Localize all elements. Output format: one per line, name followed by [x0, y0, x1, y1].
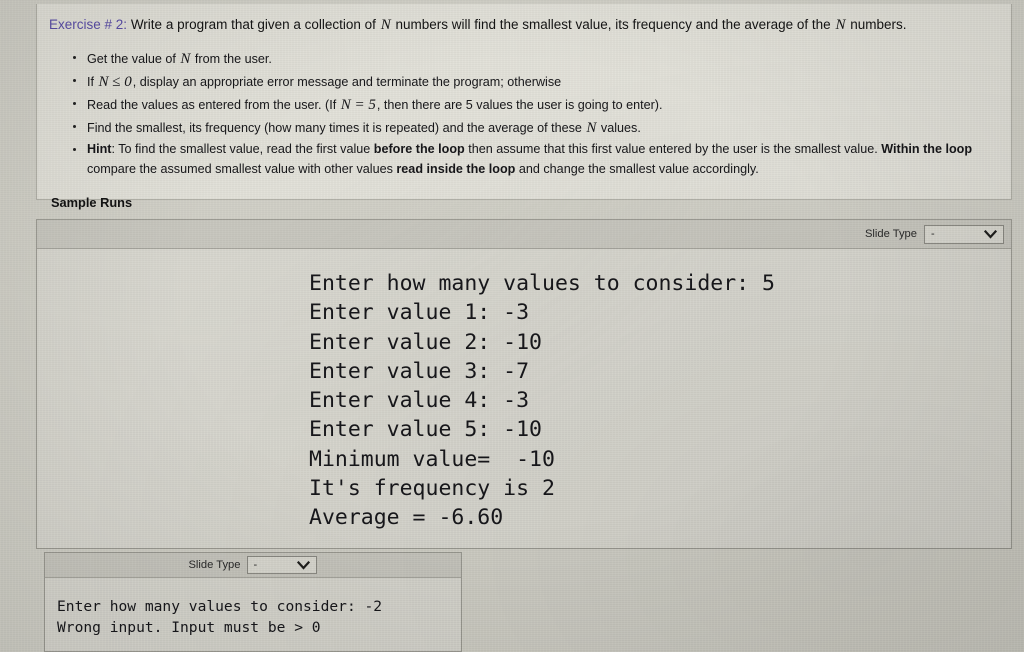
sample-runs-heading: Sample Runs — [51, 194, 133, 210]
bullet-read-values: Read the values as entered from the user… — [73, 94, 997, 117]
exercise-title: Exercise # 2: Write a program that given… — [49, 16, 997, 35]
bullet-get-value-seg-1: N — [180, 50, 191, 67]
chevron-down-icon — [296, 560, 310, 570]
bullet-negative-check-seg-1: N ≤ 0 — [98, 73, 132, 90]
slide-type-dropdown[interactable]: - — [924, 224, 1004, 244]
bullet-hint-seg-4: Within the loop — [881, 142, 973, 157]
bullet-hint-seg-1: : To find the smallest value, read the f… — [111, 142, 374, 157]
exercise-title-text-3: numbers. — [846, 17, 907, 32]
bullet-hint-seg-0: Hint — [87, 142, 112, 157]
math-var-n-1: N — [380, 17, 391, 33]
bullet-hint-seg-6: read inside the loop — [396, 161, 516, 176]
bullet-hint-seg-7: and change the smallest value accordingl… — [515, 161, 759, 176]
math-var-n-2: N — [835, 17, 846, 33]
slide-type-dropdown-secondary[interactable]: - — [246, 556, 317, 574]
console-output-secondary: Enter how many values to consider: -2 Wr… — [57, 598, 383, 636]
bullet-get-value-seg-2: from the user. — [191, 51, 272, 66]
bullet-read-values-seg-0: Read the values as entered from the user… — [87, 97, 340, 112]
bullet-negative-check-seg-2: , display an appropriate error message a… — [132, 74, 562, 89]
bullet-hint-seg-3: then assume that this first value entere… — [464, 142, 882, 157]
slide-type-label: Slide Type — [864, 228, 917, 240]
bullet-find-smallest-seg-1: N — [586, 120, 597, 137]
exercise-label: Exercise # 2: — [49, 17, 128, 32]
console-output-primary: Enter how many values to consider: 5 Ent… — [309, 271, 775, 531]
slide-type-label-secondary: Slide Type — [188, 559, 241, 571]
bullet-hint: Hint: To find the smallest value, read t… — [73, 140, 997, 179]
bullet-find-smallest-seg-2: values. — [597, 121, 641, 136]
bullet-negative-check-seg-0: If — [87, 74, 98, 89]
exercise-box: Exercise # 2: Write a program that given… — [36, 4, 1012, 210]
slide-type-selected-value-secondary: - — [253, 559, 258, 571]
bullet-find-smallest: Find the smallest, its frequency (how ma… — [73, 117, 997, 140]
exercise-requirements-list: Get the value of N from the user. If N ≤ … — [45, 48, 997, 179]
exercise-title-text-2: numbers will find the smallest value, it… — [391, 17, 835, 32]
bullet-negative-check: If N ≤ 0, display an appropriate error m… — [73, 71, 997, 94]
slide-type-selected-value: - — [931, 228, 935, 240]
sample-run-panel-primary: Slide Type - Enter how many values to co… — [36, 219, 1012, 549]
panel-header-secondary: Slide Type - — [45, 553, 461, 578]
exercise-title-text-1: Write a program that given a collection … — [130, 17, 380, 32]
bullet-hint-seg-5: compare the assumed smallest value with … — [87, 161, 397, 176]
sample-run-panel-secondary: Slide Type - Enter how many values to co… — [44, 552, 462, 652]
bullet-get-value: Get the value of N from the user. — [73, 48, 997, 71]
bullet-find-smallest-seg-0: Find the smallest, its frequency (how ma… — [87, 121, 586, 136]
bullet-hint-seg-2: before the loop — [373, 142, 465, 157]
panel-header-primary: Slide Type - — [37, 220, 1011, 249]
bullet-read-values-seg-1: N = 5 — [340, 96, 376, 113]
chevron-down-icon — [984, 229, 997, 239]
bullet-read-values-seg-2: , then there are 5 values the user is go… — [376, 97, 663, 112]
bullet-get-value-seg-0: Get the value of — [87, 51, 180, 66]
